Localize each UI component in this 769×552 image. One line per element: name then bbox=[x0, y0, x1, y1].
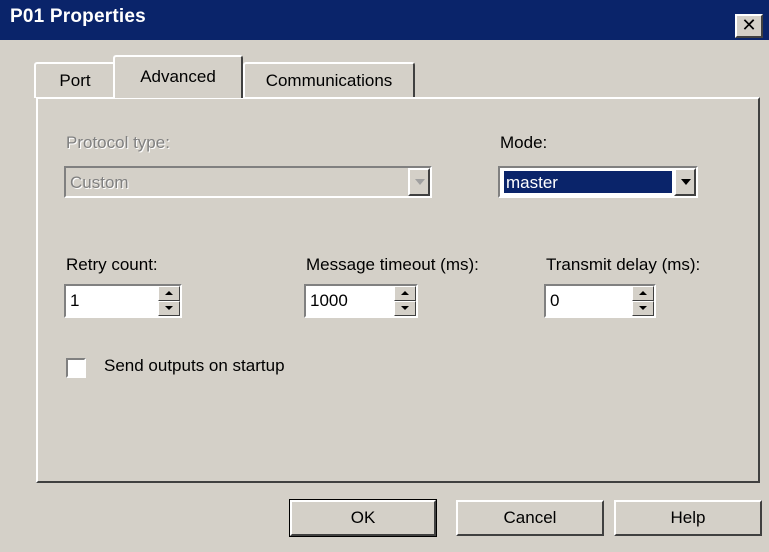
protocol-type-value: Custom bbox=[70, 173, 129, 192]
window-title: P01 Properties bbox=[10, 6, 146, 27]
retry-count-stepper[interactable]: 1 bbox=[64, 284, 182, 318]
arrow-down-icon bbox=[639, 306, 647, 310]
tab-communications-label: Communications bbox=[265, 71, 393, 90]
chevron-down-icon bbox=[415, 179, 425, 185]
retry-count-down-button[interactable] bbox=[158, 301, 180, 316]
message-timeout-label: Message timeout (ms): bbox=[306, 255, 479, 274]
protocol-type-label: Protocol type: bbox=[66, 133, 170, 152]
retry-count-up-button[interactable] bbox=[158, 286, 180, 301]
send-outputs-label[interactable]: Send outputs on startup bbox=[104, 356, 285, 376]
tab-communications[interactable]: Communications bbox=[243, 62, 415, 98]
tab-port[interactable]: Port bbox=[34, 62, 116, 98]
arrow-down-icon bbox=[165, 306, 173, 310]
tab-port-label: Port bbox=[59, 71, 91, 90]
retry-count-value: 1 bbox=[70, 291, 80, 310]
help-button[interactable]: Help bbox=[614, 500, 762, 536]
protocol-type-select: Custom bbox=[64, 166, 432, 198]
arrow-up-icon bbox=[639, 291, 647, 295]
ok-button[interactable]: OK bbox=[289, 499, 437, 537]
message-timeout-stepper[interactable]: 1000 bbox=[304, 284, 418, 318]
message-timeout-value: 1000 bbox=[310, 291, 348, 310]
tab-advanced[interactable]: Advanced bbox=[113, 55, 243, 98]
retry-count-spin bbox=[158, 286, 180, 316]
mode-label: Mode: bbox=[500, 133, 548, 152]
protocol-type-dropdown-button bbox=[408, 168, 430, 196]
transmit-delay-spin bbox=[632, 286, 654, 316]
message-timeout-spin bbox=[394, 286, 416, 316]
transmit-delay-down-button[interactable] bbox=[632, 301, 654, 316]
arrow-up-icon bbox=[165, 291, 173, 295]
retry-count-label: Retry count: bbox=[66, 255, 158, 274]
message-timeout-down-button[interactable] bbox=[394, 301, 416, 316]
close-button[interactable]: ✕ bbox=[735, 14, 763, 38]
message-timeout-up-button[interactable] bbox=[394, 286, 416, 301]
mode-value: master bbox=[506, 173, 558, 192]
transmit-delay-label: Transmit delay (ms): bbox=[546, 255, 701, 274]
close-icon: ✕ bbox=[741, 15, 757, 35]
cancel-button[interactable]: Cancel bbox=[456, 500, 604, 536]
chevron-down-icon bbox=[681, 179, 691, 185]
mode-dropdown-button[interactable] bbox=[674, 168, 696, 196]
arrow-up-icon bbox=[401, 291, 409, 295]
mode-select[interactable]: master bbox=[498, 166, 698, 198]
arrow-down-icon bbox=[401, 306, 409, 310]
send-outputs-checkbox[interactable] bbox=[66, 358, 86, 378]
transmit-delay-value: 0 bbox=[550, 291, 560, 310]
tab-advanced-label: Advanced bbox=[140, 67, 216, 86]
transmit-delay-up-button[interactable] bbox=[632, 286, 654, 301]
transmit-delay-stepper[interactable]: 0 bbox=[544, 284, 656, 318]
